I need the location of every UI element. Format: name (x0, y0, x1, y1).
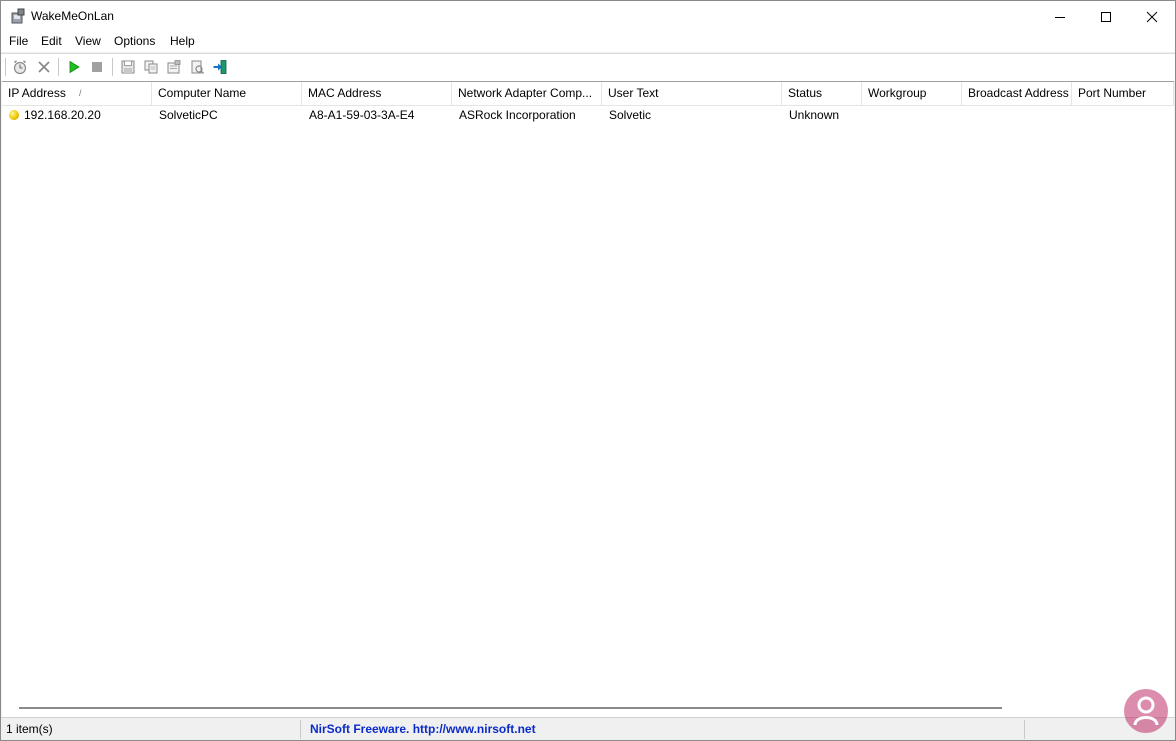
column-header-ip-address[interactable]: IP Address / (2, 82, 152, 105)
delete-icon (38, 61, 50, 73)
cell-broadcast-address (962, 105, 1072, 125)
cell-user-text: Solvetic (609, 108, 652, 122)
play-icon (69, 60, 80, 74)
cell-network-adapter: ASRock Incorporation (459, 108, 576, 122)
list-header: IP Address / Computer Name MAC Address N… (2, 82, 1174, 106)
computers-list[interactable]: IP Address / Computer Name MAC Address N… (2, 81, 1174, 717)
copy-button[interactable] (141, 57, 161, 77)
menu-file[interactable]: File (8, 34, 29, 48)
status-credit[interactable]: NirSoft Freeware. http://www.nirsoft.net (303, 720, 1025, 739)
delete-button[interactable] (34, 57, 54, 77)
toolbar-separator (5, 58, 6, 76)
cell-mac-address: A8-A1-59-03-3A-E4 (309, 108, 415, 122)
nirsoft-link[interactable]: NirSoft Freeware. http://www.nirsoft.net (310, 722, 536, 736)
wake-up-button[interactable] (64, 57, 84, 77)
minimize-icon (1055, 16, 1065, 18)
properties-button[interactable] (164, 57, 184, 77)
watermark-logo-icon (1124, 689, 1168, 733)
maximize-button[interactable] (1083, 1, 1129, 32)
maximize-icon (1101, 11, 1111, 22)
minimize-button[interactable] (1037, 1, 1083, 32)
column-header-network-adapter[interactable]: Network Adapter Comp... (452, 82, 602, 105)
column-header-port-number[interactable]: Port Number (1072, 82, 1174, 105)
menu-view[interactable]: View (74, 34, 102, 48)
stop-icon (92, 62, 102, 72)
horizontal-scrollbar[interactable] (19, 707, 1002, 709)
menu-help[interactable]: Help (169, 34, 196, 48)
table-row[interactable]: 192.168.20.20 SolveticPC A8-A1-59-03-3A-… (2, 105, 1174, 125)
column-header-broadcast-address[interactable]: Broadcast Address (962, 82, 1072, 105)
cell-port-number (1072, 105, 1174, 125)
exit-button[interactable] (210, 57, 230, 77)
column-header-workgroup[interactable]: Workgroup (862, 82, 962, 105)
html-report-icon (191, 60, 204, 74)
cell-workgroup (862, 105, 962, 125)
app-window: WakeMeOnLan File Edit View Options Help (0, 0, 1176, 741)
app-icon (11, 8, 25, 24)
column-header-mac-address[interactable]: MAC Address (302, 82, 452, 105)
sort-indicator: / (79, 88, 82, 98)
window-title: WakeMeOnLan (31, 9, 114, 23)
column-header-status[interactable]: Status (782, 82, 862, 105)
save-icon (121, 60, 135, 74)
cell-ip-address: 192.168.20.20 (24, 108, 101, 122)
save-button[interactable] (118, 57, 138, 77)
close-icon (1146, 11, 1158, 22)
column-header-user-text[interactable]: User Text (602, 82, 782, 105)
properties-icon (167, 60, 181, 74)
toolbar-separator (112, 58, 113, 76)
menu-options[interactable]: Options (113, 34, 156, 48)
cell-status: Unknown (789, 108, 840, 122)
html-report-button[interactable] (187, 57, 207, 77)
status-bar: 1 item(s) NirSoft Freeware. http://www.n… (1, 717, 1175, 740)
menu-bar: File Edit View Options Help (1, 32, 1175, 52)
stop-button[interactable] (87, 57, 107, 77)
title-bar: WakeMeOnLan (1, 1, 1175, 32)
cell-computer-name: SolveticPC (159, 108, 218, 122)
status-item-count: 1 item(s) (3, 720, 301, 739)
exit-icon (213, 60, 227, 74)
scan-button[interactable] (10, 57, 30, 77)
column-header-computer-name[interactable]: Computer Name (152, 82, 302, 105)
close-button[interactable] (1129, 1, 1175, 32)
toolbar (1, 53, 1175, 81)
toolbar-separator (58, 58, 59, 76)
copy-icon (144, 60, 158, 74)
alarm-clock-icon (13, 60, 27, 75)
menu-edit[interactable]: Edit (40, 34, 63, 48)
column-label: IP Address (8, 86, 66, 100)
